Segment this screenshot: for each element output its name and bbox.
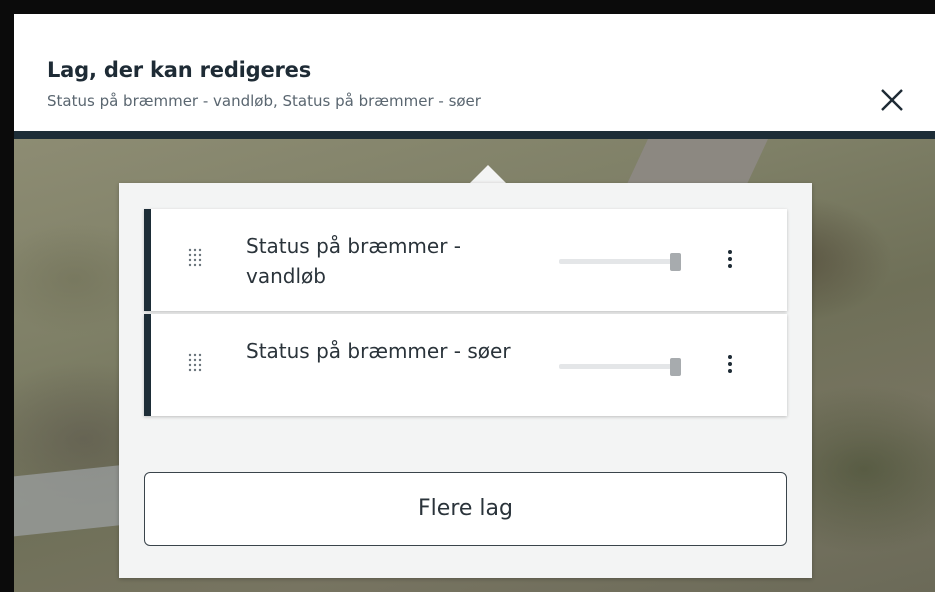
drag-handle-icon[interactable] <box>187 352 203 372</box>
layer-row-vandlob[interactable]: Status på bræmmer - vandløb <box>144 209 787 311</box>
kebab-menu-icon[interactable] <box>723 352 737 378</box>
opacity-slider[interactable] <box>559 253 685 271</box>
layer-label: Status på bræmmer - søer <box>246 339 511 363</box>
more-layers-button[interactable]: Flere lag <box>144 472 787 546</box>
layer-row-soer[interactable]: Status på bræmmer - søer <box>144 314 787 416</box>
layer-label: Status på bræmmer - vandløb <box>246 234 462 288</box>
opacity-slider[interactable] <box>559 358 685 376</box>
slider-track <box>559 259 679 264</box>
slider-track <box>559 364 679 369</box>
slider-thumb[interactable] <box>670 358 681 376</box>
page-subtitle: Status på bræmmer - vandløb, Status på b… <box>47 92 481 110</box>
kebab-menu-icon[interactable] <box>723 247 737 273</box>
editable-layers-header: Lag, der kan redigeres Status på bræmmer… <box>14 14 935 139</box>
drag-handle-icon[interactable] <box>187 247 203 267</box>
close-icon <box>881 89 903 111</box>
slider-thumb[interactable] <box>670 253 681 271</box>
close-button[interactable] <box>876 84 908 116</box>
page-title: Lag, der kan redigeres <box>47 58 312 82</box>
